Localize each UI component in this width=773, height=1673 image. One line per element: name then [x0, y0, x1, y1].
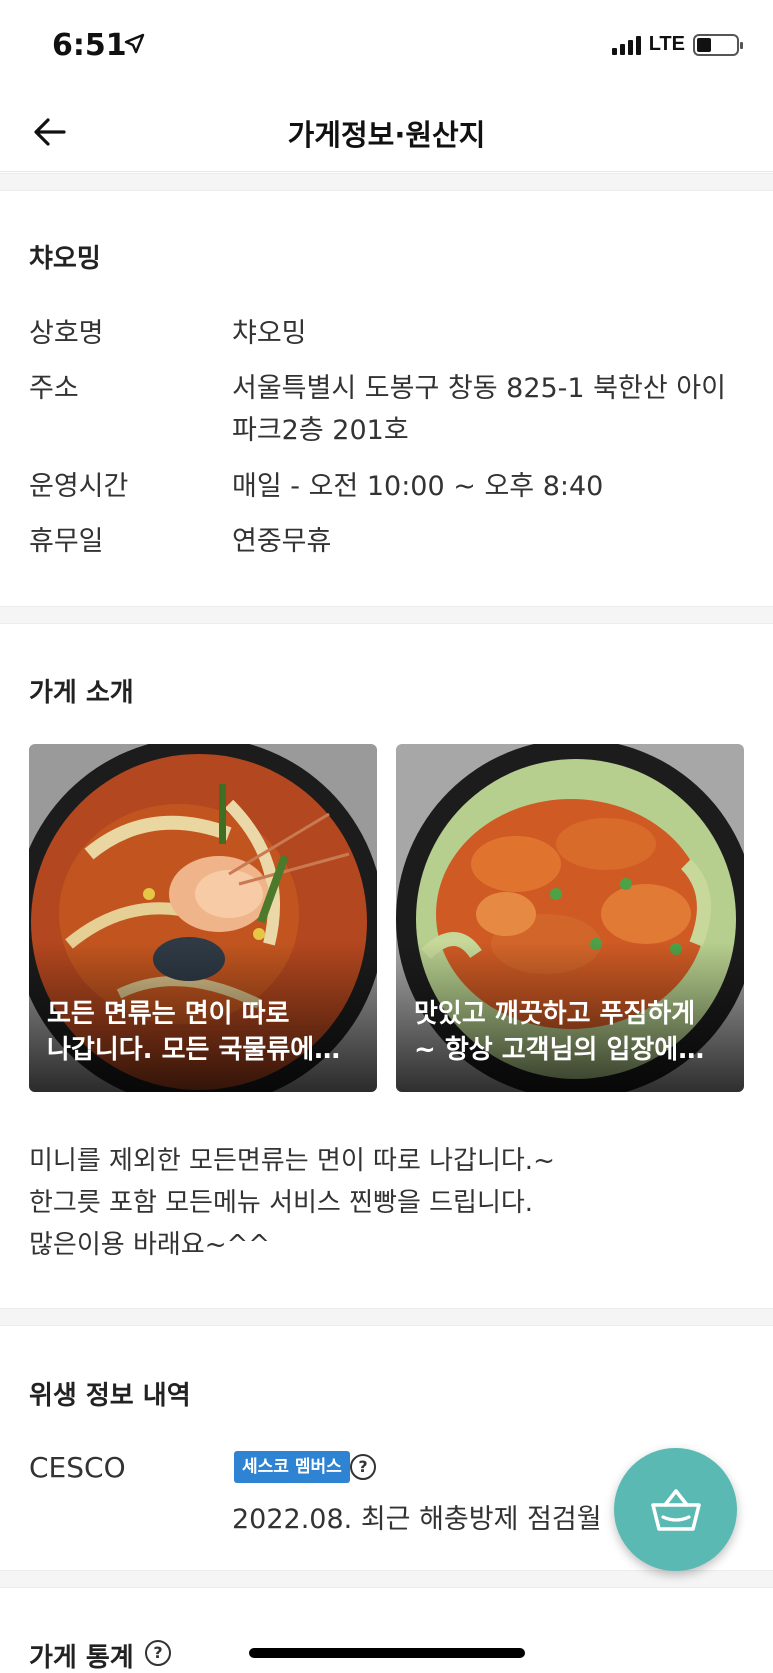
intro-photo-1[interactable]: 모든 면류는 면이 따로 나갑니다. 모든 국물류에… — [29, 744, 377, 1092]
signal-icon — [611, 35, 641, 55]
hours-value: 매일 - 오전 10:00 ~ 오후 8:40 — [232, 471, 604, 502]
section-divider — [0, 606, 773, 624]
section-divider — [0, 1570, 773, 1588]
header: 가게정보·원산지 — [0, 90, 773, 172]
hygiene-heading: 위생 정보 내역 — [29, 1381, 191, 1411]
status-bar: 6:51 LTE — [0, 0, 773, 90]
location-arrow-icon — [124, 33, 145, 54]
store-name-heading: 챠오밍 — [29, 244, 101, 274]
stats-help-icon[interactable]: ? — [145, 1640, 171, 1666]
info-value: 챠오밍 — [232, 318, 307, 349]
basket-icon — [650, 1488, 701, 1531]
page-title: 가게정보·원산지 — [287, 118, 486, 152]
help-icon[interactable]: ? — [350, 1454, 376, 1480]
info-label: 주소 — [29, 373, 79, 404]
photo-caption: 맛있고 깨끗하고 푸짐하게 ~ 항상 고객님의 입장에… — [414, 999, 705, 1065]
status-indicators: LTE — [611, 33, 743, 56]
intro-photo-2[interactable]: 맛있고 깨끗하고 푸짐하게 ~ 항상 고객님의 입장에… — [396, 744, 744, 1092]
section-divider — [0, 1308, 773, 1326]
intro-description: 미니를 제외한 모든면류는 면이 따로 나갑니다.~ 한그릇 포함 모든메뉴 서… — [29, 1146, 555, 1260]
stats-heading: 가게 통계 — [29, 1643, 134, 1673]
info-label: 상호명 — [29, 318, 104, 349]
network-label: LTE — [648, 33, 685, 55]
closed-days-value: 연중무휴 — [232, 526, 332, 557]
address-value: 서울특별시 도봉구 창동 825-1 북한산 아이 파크2층 201호 — [232, 373, 726, 446]
home-indicator[interactable] — [249, 1648, 525, 1658]
pest-control-date: 2022.08. 최근 해충방제 점검월 — [232, 1504, 602, 1535]
info-label: 휴무일 — [29, 526, 104, 557]
cesco-members-badge: 세스코 멤버스 — [234, 1451, 350, 1483]
info-label: 운영시간 — [29, 471, 129, 502]
status-time: 6:51 — [52, 28, 127, 63]
battery-icon — [693, 33, 743, 56]
photo-caption: 모든 면류는 면이 따로 나갑니다. 모든 국물류에… — [47, 999, 341, 1065]
intro-heading: 가게 소개 — [29, 678, 134, 708]
section-divider — [0, 173, 773, 191]
cart-button[interactable] — [614, 1448, 737, 1571]
cesco-label: CESCO — [29, 1451, 126, 1484]
